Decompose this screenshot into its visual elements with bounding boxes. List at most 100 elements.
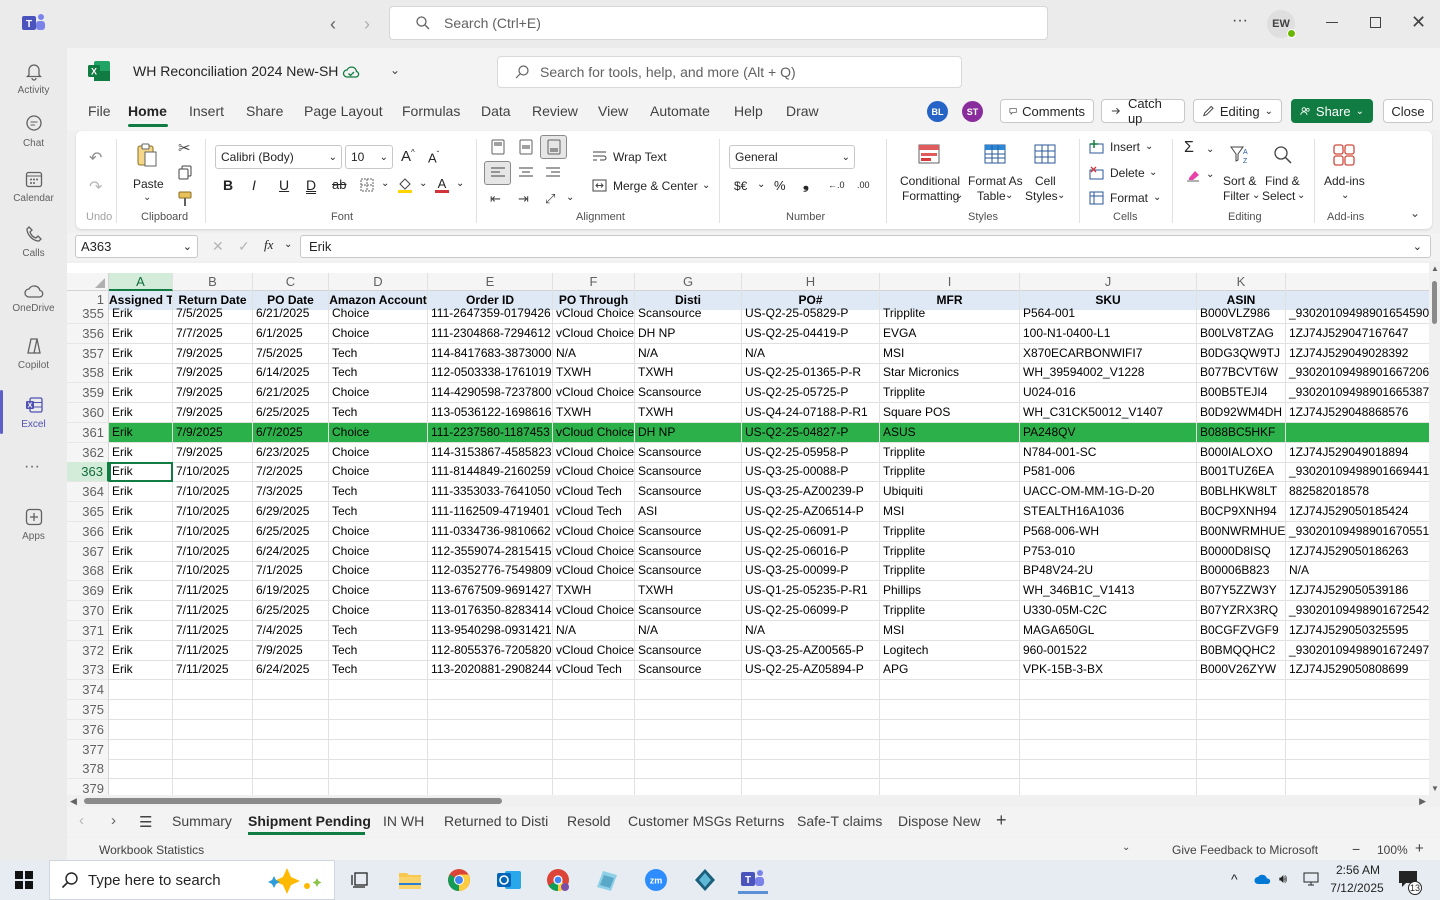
cancel-edit-icon[interactable]: ✕ (212, 238, 224, 255)
cell[interactable]: APG (880, 660, 1020, 680)
row-number[interactable]: 361 (67, 422, 109, 443)
cell[interactable]: 7/9/2025 (173, 422, 253, 442)
cell[interactable] (173, 779, 253, 795)
catch-up-button[interactable]: Catch up (1101, 96, 1185, 126)
cell[interactable]: Tripplite (880, 561, 1020, 581)
font-color-icon[interactable]: A (434, 176, 450, 194)
back-arrow-icon[interactable]: ‹ (330, 14, 336, 35)
cell[interactable]: B00B5TEJI4 (1197, 383, 1286, 403)
cell[interactable] (428, 759, 553, 779)
row-number[interactable]: 362 (67, 442, 109, 463)
borders-icon[interactable] (360, 178, 374, 192)
restore-icon[interactable] (1370, 17, 1381, 28)
comments-button[interactable]: Comments (1000, 99, 1094, 123)
cell[interactable]: US-Q2-25-04827-P (742, 422, 880, 442)
tab-data[interactable]: Data (481, 103, 511, 119)
cell[interactable]: 111-2647359-0179426 (428, 304, 553, 323)
cell[interactable]: 6/24/2025 (253, 660, 329, 680)
cell[interactable]: STEALTH16A1036 (1020, 502, 1197, 521)
cell[interactable]: Scansource (635, 521, 742, 541)
cell[interactable]: N784-001-SC (1020, 442, 1197, 462)
cell[interactable]: Scansource (635, 442, 742, 462)
cell[interactable]: 111-2304868-7294612 (428, 323, 553, 343)
cell[interactable]: vCloud Choice (553, 541, 635, 561)
cell[interactable]: N/A (635, 343, 742, 363)
cell[interactable] (1020, 779, 1197, 795)
more-options-icon[interactable]: ··· (1232, 12, 1248, 30)
chevron-down-icon[interactable]: ⌄ (456, 178, 464, 189)
cell[interactable] (329, 700, 428, 719)
column-header[interactable]: J (1020, 273, 1197, 291)
cell[interactable]: Erik (109, 561, 173, 581)
cell[interactable]: WH_C31CK50012_V1407 (1020, 403, 1197, 422)
scroll-right-arrow-icon[interactable]: ▶ (1419, 796, 1426, 807)
cell[interactable] (109, 779, 173, 795)
cell[interactable]: vCloud Choice (553, 422, 635, 442)
cell[interactable] (253, 719, 329, 739)
underline-icon[interactable]: U (279, 177, 289, 193)
cell[interactable]: VPK-15B-3-BX (1020, 660, 1197, 680)
cell[interactable]: 7/10/2025 (173, 541, 253, 561)
rail-item-chat[interactable]: Chat (0, 101, 67, 161)
cell[interactable] (253, 779, 329, 795)
zoom-out-icon[interactable]: − (1352, 841, 1360, 857)
cell[interactable]: 882582018578 (1286, 482, 1440, 501)
cell[interactable]: DH NP (635, 323, 742, 343)
cell[interactable]: Scansource (635, 304, 742, 323)
cell[interactable]: Star Micronics (880, 363, 1020, 383)
cell[interactable]: 1ZJ74J529049028392 (1286, 344, 1440, 363)
find-select-icon[interactable] (1272, 144, 1294, 166)
cell[interactable]: Erik (109, 383, 173, 403)
cell[interactable]: 7/2/2025 (253, 462, 329, 482)
cell[interactable] (553, 680, 635, 700)
cell[interactable] (109, 680, 173, 700)
cell[interactable]: Tripplite (880, 442, 1020, 462)
column-header[interactable]: A (109, 273, 173, 291)
rail-item-excel[interactable]: X Excel (0, 382, 67, 442)
cell[interactable]: Erik (109, 462, 173, 482)
cell[interactable]: Tech (329, 482, 428, 502)
cell[interactable]: 113-0536122-1698616 (428, 403, 553, 422)
cell[interactable]: N/A (742, 343, 880, 363)
workbook-statistics[interactable]: Workbook Statistics (99, 843, 204, 857)
cell[interactable]: _930201094989016672063 (1286, 363, 1440, 382)
sheet-tab-shipment-pending[interactable]: Shipment Pending (248, 813, 371, 829)
tab-review[interactable]: Review (532, 103, 578, 119)
cell[interactable]: 7/11/2025 (173, 581, 253, 601)
windows-start-icon[interactable] (15, 871, 33, 889)
cell[interactable] (1197, 759, 1286, 779)
cell[interactable]: 7/7/2025 (173, 323, 253, 343)
cell[interactable]: ASUS (880, 422, 1020, 442)
cell[interactable] (1197, 680, 1286, 700)
cell[interactable]: B0D92WM4DH (1197, 403, 1286, 422)
cell[interactable]: 6/23/2025 (253, 442, 329, 462)
cell[interactable]: Choice (329, 304, 428, 323)
cell[interactable]: TXWH (635, 581, 742, 601)
cell[interactable]: vCloud Choice (553, 304, 635, 323)
sheet-tab-safe-t-claims[interactable]: Safe-T claims (797, 813, 882, 829)
cell[interactable] (428, 700, 553, 719)
close-file-button[interactable]: Close (1383, 99, 1433, 123)
vertical-scroll-thumb[interactable] (1432, 281, 1437, 324)
sheet-tab-summary[interactable]: Summary (172, 813, 232, 829)
row-number[interactable]: 357 (67, 343, 109, 364)
cell[interactable]: 1ZJ74J529050185424 (1286, 502, 1440, 521)
cell[interactable]: P564-001 (1020, 304, 1197, 323)
row-number[interactable]: 363 (67, 462, 109, 483)
cell[interactable]: B0DG3QW9TJ (1197, 343, 1286, 363)
cell[interactable]: EVGA (880, 323, 1020, 343)
minimize-icon[interactable] (1326, 22, 1338, 23)
cell[interactable]: 111-0334736-9810662 (428, 521, 553, 541)
cell[interactable] (880, 739, 1020, 759)
cell-styles-label[interactable]: Cell (1035, 174, 1056, 188)
cell[interactable]: Logitech (880, 640, 1020, 660)
cell[interactable] (253, 700, 329, 719)
cell[interactable]: P581-006 (1020, 462, 1197, 482)
cell[interactable]: Phillips (880, 581, 1020, 601)
cell[interactable] (553, 779, 635, 795)
autosum-icon[interactable]: Σ (1184, 139, 1194, 157)
cell[interactable]: US-Q3-25-00088-P (742, 462, 880, 482)
teams-taskbar-icon[interactable]: T (738, 866, 768, 894)
cell[interactable]: US-Q1-25-05235-P-R1 (742, 581, 880, 601)
network-icon[interactable] (1303, 872, 1319, 886)
